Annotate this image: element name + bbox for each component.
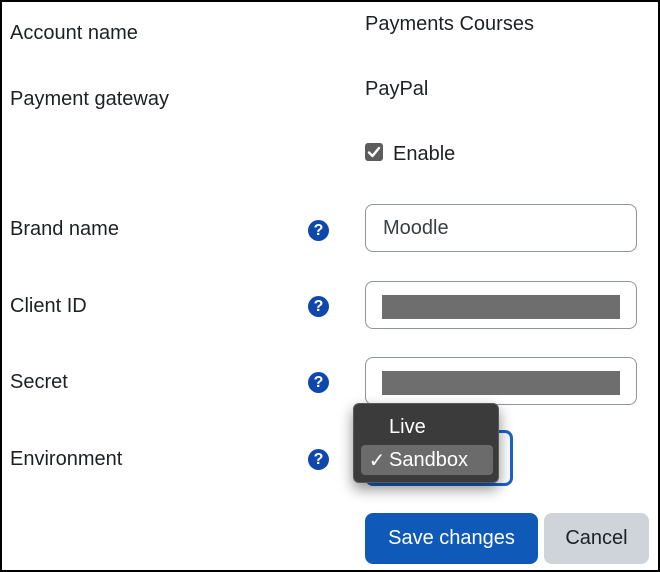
account-name-label: Account name xyxy=(10,22,138,44)
client-id-help-icon[interactable]: ? xyxy=(308,296,329,317)
client-id-input[interactable] xyxy=(365,281,637,329)
enable-checkbox[interactable] xyxy=(365,143,383,161)
brand-name-input[interactable]: Moodle xyxy=(365,204,637,252)
option-label: Live xyxy=(389,415,426,438)
redacted-value xyxy=(382,371,620,395)
save-changes-button[interactable]: Save changes xyxy=(365,513,538,564)
secret-input[interactable] xyxy=(365,357,637,405)
payment-gateway-label: Payment gateway xyxy=(10,88,169,110)
environment-dropdown-menu: Live ✓ Sandbox xyxy=(353,403,499,483)
brand-name-label: Brand name xyxy=(10,218,119,240)
environment-option-sandbox[interactable]: ✓ Sandbox xyxy=(361,445,493,475)
cancel-button[interactable]: Cancel xyxy=(544,513,649,564)
brand-name-help-icon[interactable]: ? xyxy=(308,220,329,241)
client-id-label: Client ID xyxy=(10,295,87,317)
enable-label: Enable xyxy=(393,143,456,165)
secret-label: Secret xyxy=(10,371,68,393)
secret-help-icon[interactable]: ? xyxy=(308,372,329,393)
payment-account-form: Account name Payments Courses Payment ga… xyxy=(0,0,660,572)
payment-gateway-value: PayPal xyxy=(365,78,429,100)
check-icon: ✓ xyxy=(368,449,386,472)
account-name-value: Payments Courses xyxy=(365,13,534,35)
redacted-value xyxy=(382,295,620,319)
checkmark-icon xyxy=(367,146,381,158)
environment-option-live[interactable]: Live xyxy=(361,412,493,442)
option-label: Sandbox xyxy=(389,448,468,471)
environment-help-icon[interactable]: ? xyxy=(308,449,329,470)
environment-label: Environment xyxy=(10,448,123,470)
